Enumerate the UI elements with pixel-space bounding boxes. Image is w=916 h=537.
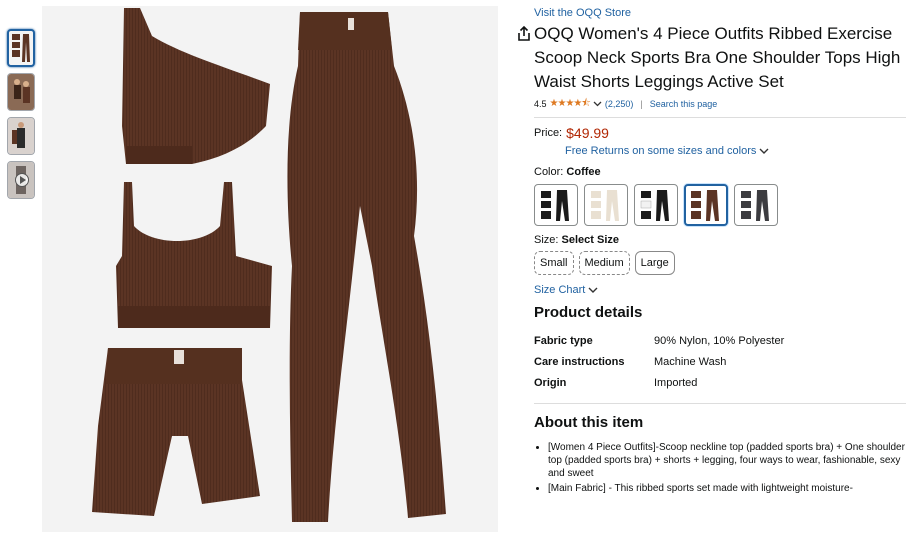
detail-key: Origin	[534, 376, 567, 389]
size-chart-text: Size Chart	[534, 284, 586, 296]
thumbnail-1[interactable]	[7, 29, 35, 67]
star-rating-icon[interactable]: ★★★★⯪	[550, 98, 591, 110]
thumbnail-2[interactable]	[7, 73, 35, 111]
color-label: Color: Coffee	[534, 166, 906, 180]
price-value: $49.99	[566, 125, 609, 141]
list-item: [Women 4 Piece Outfits]-Scoop neckline t…	[548, 441, 906, 480]
list-item: [Main Fabric] - This ribbed sports set m…	[548, 482, 906, 495]
chevron-down-icon	[588, 287, 598, 293]
chevron-down-icon[interactable]	[593, 101, 602, 107]
product-info-panel: Visit the OQQ Store OQQ Women's 4 Piece …	[534, 6, 906, 497]
main-product-image[interactable]	[42, 6, 530, 532]
color-swatch-coffee[interactable]	[684, 184, 728, 226]
detail-value: 90% Nylon, 10% Polyester	[654, 334, 785, 347]
chevron-down-icon	[759, 148, 769, 154]
size-label-text: Size:	[534, 234, 562, 246]
product-details-heading: Product details	[534, 304, 643, 321]
size-option-small[interactable]: Small	[534, 251, 574, 275]
detail-value: Machine Wash	[654, 355, 727, 368]
share-icon[interactable]	[515, 25, 533, 43]
thumbnail-3[interactable]	[7, 117, 35, 155]
detail-value: Imported	[654, 376, 698, 389]
divider	[534, 403, 906, 404]
selected-size: Select Size	[561, 234, 619, 246]
color-swatch-beige[interactable]	[584, 184, 628, 226]
about-heading: About this item	[534, 414, 644, 431]
play-icon	[15, 173, 29, 187]
free-returns-text: Free Returns on some sizes and colors	[565, 145, 757, 157]
search-this-page-link[interactable]: Search this page	[650, 98, 718, 110]
color-label-text: Color:	[534, 166, 567, 178]
size-chart-link[interactable]: Size Chart	[534, 283, 906, 297]
price-row: Price: $49.99	[534, 124, 906, 142]
selected-color: Coffee	[566, 166, 601, 178]
divider	[534, 117, 906, 118]
color-swatches	[534, 184, 906, 226]
table-row: Care instructions Machine Wash	[534, 351, 784, 372]
detail-key: Fabric type	[534, 334, 593, 347]
color-swatch-black[interactable]	[534, 184, 578, 226]
size-label: Size: Select Size	[534, 234, 906, 248]
store-link[interactable]: Visit the OQQ Store	[534, 6, 906, 20]
about-bullets: [Women 4 Piece Outfits]-Scoop neckline t…	[534, 441, 906, 495]
rating-count-link[interactable]: (2,250)	[605, 98, 634, 110]
product-title: OQQ Women's 4 Piece Outfits Ribbed Exerc…	[534, 24, 901, 91]
divider-bar: |	[640, 99, 643, 109]
free-returns-link[interactable]: Free Returns on some sizes and colors	[565, 142, 906, 160]
table-row: Origin Imported	[534, 372, 784, 393]
color-swatch-black-white[interactable]	[634, 184, 678, 226]
rating-row: 4.5 ★★★★⯪ (2,250) | Search this page	[534, 97, 906, 111]
color-swatch-grey[interactable]	[734, 184, 778, 226]
detail-key: Care instructions	[534, 355, 625, 368]
size-options: Small Medium Large	[534, 251, 906, 275]
size-option-large[interactable]: Large	[634, 251, 675, 275]
table-row: Fabric type 90% Nylon, 10% Polyester	[534, 330, 784, 351]
thumbnail-list	[7, 29, 37, 205]
outfit-illustration	[92, 8, 446, 522]
size-option-medium[interactable]: Medium	[578, 251, 630, 275]
rating-value: 4.5	[534, 99, 547, 109]
product-details-table: Fabric type 90% Nylon, 10% Polyester Care…	[534, 330, 784, 393]
price-label: Price:	[534, 127, 563, 139]
thumbnail-4-video[interactable]	[7, 161, 35, 199]
